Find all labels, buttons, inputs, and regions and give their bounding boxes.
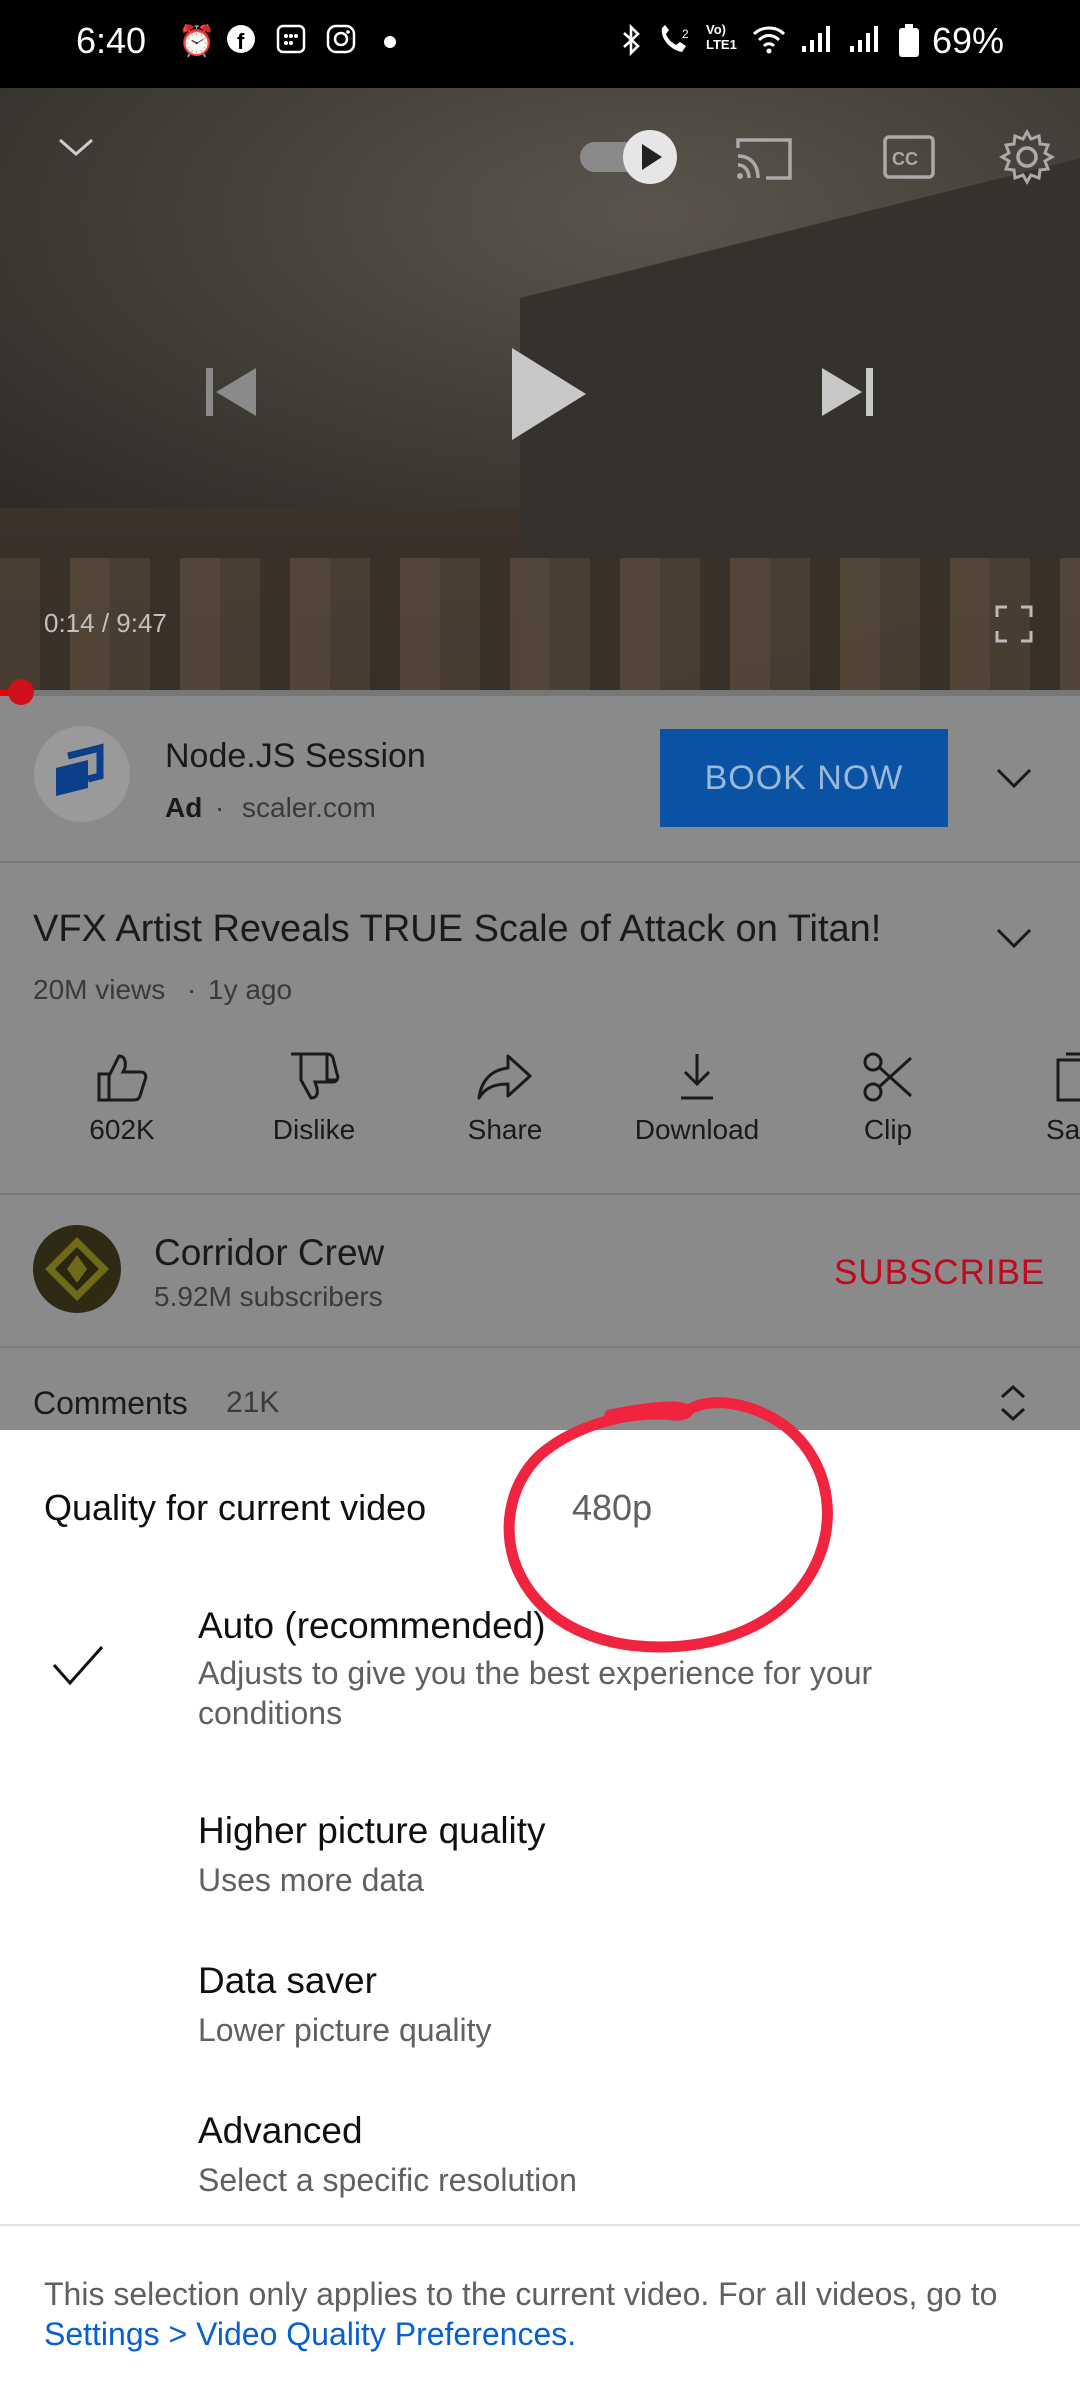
status-bar: 6:40 ⏰ f 2 Vo) LTE1 69% bbox=[0, 0, 1080, 88]
subscribe-button[interactable]: SUBSCRIBE bbox=[834, 1253, 1045, 1293]
wifi-calling-icon: 2 bbox=[656, 24, 696, 64]
ad-expand-chevron-icon[interactable] bbox=[994, 766, 1034, 797]
battery-icon bbox=[898, 24, 920, 66]
clip-icon bbox=[863, 1052, 913, 1102]
ad-logo[interactable] bbox=[34, 726, 130, 822]
facebook-icon: f bbox=[226, 24, 256, 62]
option-title: Higher picture quality bbox=[198, 1810, 546, 1851]
dislike-icon bbox=[291, 1052, 340, 1100]
sheet-footer: This selection only applies to the curre… bbox=[44, 2274, 1044, 2354]
like-icon bbox=[97, 1054, 148, 1102]
fullscreen-icon[interactable] bbox=[994, 604, 1034, 649]
next-icon[interactable] bbox=[820, 366, 876, 423]
option-subtitle: Adjusts to give you the best experience … bbox=[198, 1655, 873, 1731]
instagram-icon bbox=[326, 24, 356, 62]
channel-avatar[interactable] bbox=[33, 1225, 121, 1313]
dot-icon bbox=[384, 36, 396, 48]
description-expand-chevron-icon[interactable] bbox=[994, 926, 1034, 957]
quality-option-data-saver[interactable]: Data saver Lower picture quality bbox=[0, 1960, 1080, 2070]
meta-dot-separator: · bbox=[187, 974, 197, 1005]
wifi-icon bbox=[752, 24, 786, 62]
status-time: 6:40 bbox=[76, 20, 147, 61]
ad-domain[interactable]: scaler.com bbox=[242, 792, 376, 824]
comments-count: 21K bbox=[226, 1386, 280, 1419]
previous-icon[interactable] bbox=[204, 366, 260, 423]
share-button[interactable]: Share bbox=[435, 1050, 575, 1146]
divider bbox=[0, 1193, 1080, 1195]
download-icon bbox=[681, 1054, 713, 1100]
divider bbox=[0, 1346, 1080, 1348]
save-icon bbox=[1056, 1052, 1080, 1102]
bluetooth-icon bbox=[620, 23, 644, 64]
progress-scrubber[interactable] bbox=[8, 679, 34, 705]
upload-age: 1y ago bbox=[208, 974, 293, 1005]
share-label: Share bbox=[467, 1114, 543, 1145]
video-quality-preferences-link[interactable]: Settings > Video Quality Preferences. bbox=[44, 2316, 576, 2352]
comments-label[interactable]: Comments bbox=[33, 1385, 188, 1422]
option-title: Data saver bbox=[198, 1960, 377, 2001]
play-icon[interactable] bbox=[508, 346, 588, 447]
sheet-divider bbox=[0, 2224, 1080, 2226]
signal-icon bbox=[848, 24, 882, 62]
option-title: Auto (recommended) bbox=[198, 1605, 546, 1646]
ad-dot-separator: · bbox=[215, 792, 225, 823]
download-button[interactable]: Download bbox=[627, 1050, 767, 1146]
svg-text:2: 2 bbox=[682, 27, 689, 41]
video-player[interactable]: CC 0:14 / 9:47 bbox=[0, 88, 1080, 693]
quality-option-advanced[interactable]: Advanced Select a specific resolution bbox=[0, 2110, 1080, 2220]
option-subtitle: Uses more data bbox=[198, 1862, 424, 1898]
minimize-icon[interactable] bbox=[56, 136, 96, 165]
share-icon bbox=[477, 1054, 532, 1100]
download-label: Download bbox=[634, 1114, 760, 1145]
volte-icon: Vo) LTE1 bbox=[706, 22, 737, 52]
option-subtitle: Select a specific resolution bbox=[198, 2162, 577, 2198]
cast-icon[interactable] bbox=[734, 134, 794, 189]
like-count: 602K bbox=[89, 1114, 155, 1145]
option-title: Advanced bbox=[198, 2110, 363, 2151]
subscriber-count: 5.92M subscribers bbox=[154, 1281, 383, 1312]
alarm-icon: ⏰ bbox=[178, 25, 216, 58]
dislike-button[interactable]: Dislike bbox=[244, 1050, 384, 1146]
dislike-label: Dislike bbox=[272, 1114, 356, 1145]
comments-expand-icon[interactable] bbox=[996, 1383, 1030, 1428]
captions-icon[interactable]: CC bbox=[882, 134, 936, 185]
checkmark-icon bbox=[52, 1645, 104, 1692]
calendar-icon bbox=[276, 24, 306, 62]
progress-track[interactable] bbox=[0, 690, 1080, 696]
save-button[interactable]: Sa bbox=[1010, 1050, 1080, 1146]
clip-label: Clip bbox=[863, 1114, 913, 1145]
battery-percent: 69% bbox=[932, 20, 1005, 61]
ad-label: Ad bbox=[165, 792, 203, 823]
save-label: Sa bbox=[1046, 1114, 1080, 1145]
quality-option-higher[interactable]: Higher picture quality Uses more data bbox=[0, 1810, 1080, 1920]
clip-button[interactable]: Clip bbox=[818, 1050, 958, 1146]
time-display: 0:14 / 9:47 bbox=[44, 608, 167, 638]
svg-text:f: f bbox=[237, 29, 245, 54]
signal-icon bbox=[800, 24, 834, 62]
option-subtitle: Lower picture quality bbox=[198, 2012, 492, 2048]
view-count: 20M views bbox=[33, 974, 166, 1005]
footer-text: This selection only applies to the curre… bbox=[44, 2276, 998, 2312]
video-title[interactable]: VFX Artist Reveals TRUE Scale of Attack … bbox=[33, 908, 953, 951]
sheet-header: Quality for current video bbox=[44, 1487, 427, 1528]
book-now-button[interactable]: BOOK NOW bbox=[660, 729, 948, 827]
svg-text:CC: CC bbox=[892, 149, 918, 169]
ad-title[interactable]: Node.JS Session bbox=[165, 737, 426, 776]
divider bbox=[0, 861, 1080, 863]
settings-gear-icon[interactable] bbox=[998, 128, 1056, 191]
annotation-circle bbox=[503, 1397, 833, 1653]
like-button[interactable]: 602K bbox=[52, 1050, 192, 1146]
channel-name[interactable]: Corridor Crew bbox=[154, 1232, 384, 1274]
autoplay-toggle[interactable] bbox=[578, 130, 678, 184]
